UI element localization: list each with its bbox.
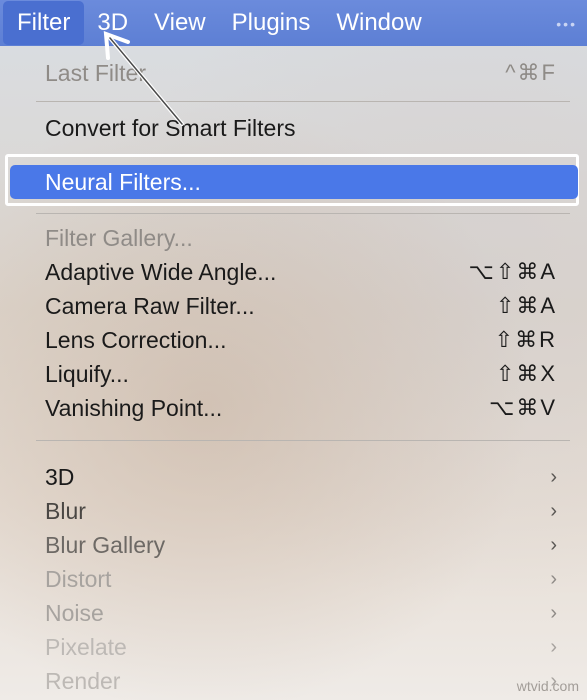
annotation-arrow-icon — [103, 31, 184, 126]
watermark-logo: wtvid.com — [516, 678, 579, 694]
